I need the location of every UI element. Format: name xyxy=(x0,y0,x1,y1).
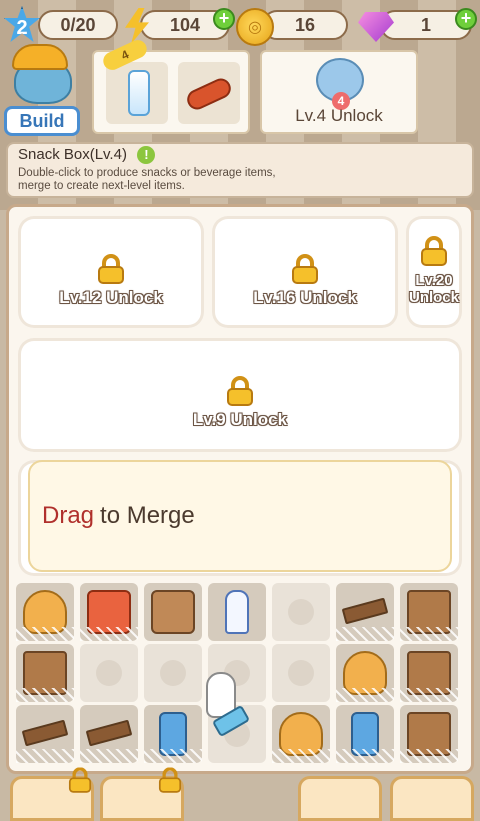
reward-slot-bottle xyxy=(106,62,168,124)
lock-icon xyxy=(98,254,124,284)
lock-icon xyxy=(227,376,253,406)
cobweb-icon xyxy=(80,627,138,641)
grid-cell[interactable] xyxy=(400,644,458,702)
coin-icon: ◎ xyxy=(236,8,274,46)
level-unlock-label: Lv.4 Unlock xyxy=(295,106,383,125)
player-level-value: 2 xyxy=(16,16,28,39)
chat-button[interactable] xyxy=(390,776,474,821)
level-progress-value: 0/20 xyxy=(60,14,96,35)
coin-value: 16 xyxy=(294,14,316,35)
crate-item-icon xyxy=(151,590,195,634)
plank-item-icon xyxy=(85,719,133,747)
add-energy-button[interactable]: + xyxy=(213,8,235,30)
cobweb-icon xyxy=(272,749,330,763)
grid-cell[interactable] xyxy=(80,644,138,702)
item-info-title: Snack Box(Lv.4) xyxy=(18,146,127,164)
item-info-header: Snack Box(Lv.4) ! xyxy=(18,146,462,164)
add-gem-button[interactable]: + xyxy=(455,8,477,30)
locked-area-label: Lv.20 Unlock xyxy=(408,272,459,306)
grid-cell[interactable] xyxy=(272,644,330,702)
cobweb-icon xyxy=(16,749,74,763)
grid-cell[interactable] xyxy=(272,583,330,641)
plank-item-icon xyxy=(21,719,69,747)
coin-pill: 16 xyxy=(262,10,348,40)
grid-cell[interactable] xyxy=(16,583,74,641)
lock-icon xyxy=(421,236,447,266)
grid-cell[interactable] xyxy=(336,644,394,702)
item-info-description: Double-click to produce snacks or bevera… xyxy=(18,167,276,193)
locked-area-label: Lv.12 Unlock xyxy=(59,288,163,307)
builder-mascot[interactable] xyxy=(4,42,82,104)
locked-area-lv9[interactable]: Lv.9 Unlock xyxy=(18,338,462,452)
locked-area-label: Lv.9 Unlock xyxy=(192,410,288,429)
grid-cell[interactable] xyxy=(400,705,458,763)
build-button[interactable]: Build xyxy=(4,106,80,136)
level-unlock-card[interactable]: 4 Lv.4 Unlock xyxy=(260,50,418,134)
cobweb-icon xyxy=(16,627,74,641)
reward-slot-sausage xyxy=(178,62,240,124)
lock-icon xyxy=(292,254,318,284)
locked-area-label: Lv.16 Unlock xyxy=(253,288,357,307)
gem-value: 1 xyxy=(420,14,431,35)
grid-cell[interactable] xyxy=(144,583,202,641)
grid-cell[interactable] xyxy=(144,705,202,763)
cobweb-icon xyxy=(400,749,458,763)
grid-cell[interactable] xyxy=(400,583,458,641)
milk-item-icon xyxy=(225,590,249,634)
info-icon[interactable]: ! xyxy=(137,146,156,164)
grid-cell[interactable] xyxy=(272,705,330,763)
cobweb-icon xyxy=(336,749,394,763)
lock-icon xyxy=(68,767,92,793)
popcorn-shop-button[interactable] xyxy=(10,767,94,821)
empty-slot-icon xyxy=(288,599,314,625)
cobweb-icon xyxy=(400,688,458,702)
tasks-button[interactable] xyxy=(298,776,382,821)
cobweb-icon xyxy=(336,688,394,702)
character-button[interactable] xyxy=(100,767,184,821)
empty-slot-icon xyxy=(160,660,186,686)
lock-icon xyxy=(158,767,182,793)
locked-area-lv12[interactable]: Lv.12 Unlock xyxy=(18,216,204,328)
water-bottle-icon xyxy=(128,70,150,116)
grid-cell[interactable] xyxy=(336,583,394,641)
level-progress-pill: 0/20 xyxy=(38,10,118,40)
grid-cell[interactable] xyxy=(80,583,138,641)
energy-value: 104 xyxy=(169,14,201,35)
player-level-badge[interactable]: 2 xyxy=(4,6,40,42)
tooltip-text: to Merge xyxy=(100,502,195,529)
hard-hat-icon xyxy=(12,44,68,70)
tooltip-highlight: Drag xyxy=(42,502,95,529)
grid-cell[interactable] xyxy=(80,705,138,763)
plank-item-icon xyxy=(341,597,389,625)
locked-area-lv20[interactable]: Lv.20 Unlock xyxy=(406,216,462,328)
drag-to-merge-tooltip: Drag to Merge xyxy=(28,460,452,572)
sausage-icon xyxy=(183,75,235,113)
grid-cell[interactable] xyxy=(336,705,394,763)
top-stats-bar: 2 0/20 104 + 16 ◎ 1 + xyxy=(0,6,480,46)
empty-slot-icon xyxy=(96,660,122,686)
locked-area-lv16[interactable]: Lv.16 Unlock xyxy=(212,216,398,328)
cobweb-icon xyxy=(400,627,458,641)
item-info-panel: Snack Box(Lv.4) ! Double-click to produc… xyxy=(6,142,474,198)
cobweb-icon xyxy=(16,688,74,702)
cobweb-icon xyxy=(80,749,138,763)
cobweb-icon xyxy=(336,627,394,641)
cobweb-icon xyxy=(144,749,202,763)
grid-cell[interactable] xyxy=(16,705,74,763)
grid-cell[interactable] xyxy=(144,644,202,702)
empty-slot-icon xyxy=(288,660,314,686)
grid-cell[interactable] xyxy=(16,644,74,702)
grid-cell[interactable] xyxy=(208,583,266,641)
